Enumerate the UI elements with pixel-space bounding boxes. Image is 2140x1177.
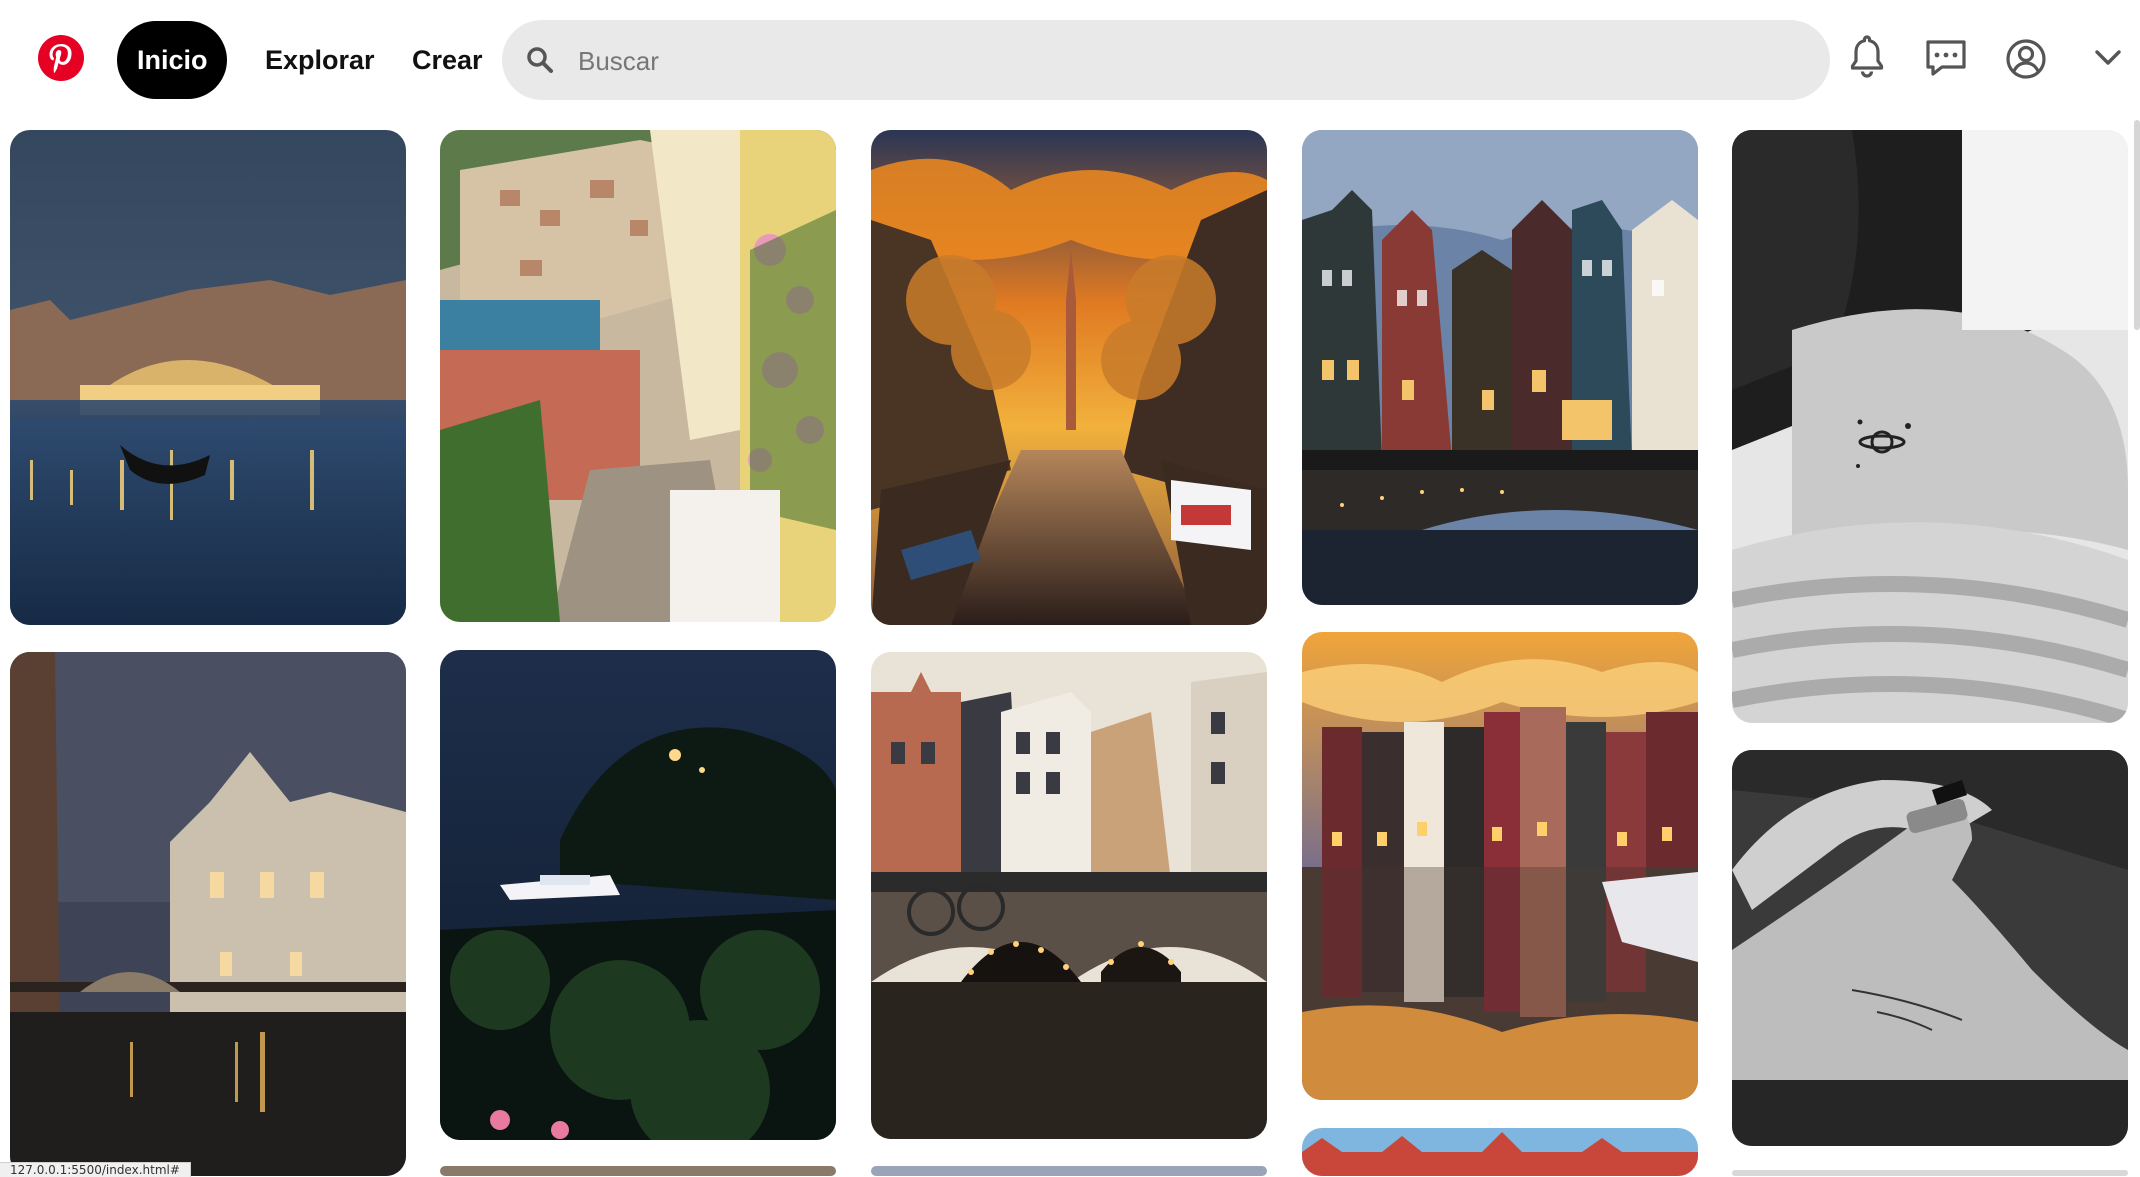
pin-image xyxy=(1732,750,2128,1146)
pin-image xyxy=(871,130,1267,625)
pin-image xyxy=(1302,130,1698,605)
pin-card[interactable] xyxy=(440,1166,836,1176)
search-bar[interactable] xyxy=(502,20,1830,102)
chevron-down-icon[interactable] xyxy=(2094,48,2122,73)
pin-image xyxy=(871,652,1267,1139)
pin-image xyxy=(440,1166,836,1176)
pinterest-logo-icon[interactable] xyxy=(38,35,84,81)
pin-card[interactable] xyxy=(440,130,836,622)
pin-card[interactable] xyxy=(440,650,836,1140)
pin-card[interactable] xyxy=(1302,130,1698,605)
search-icon xyxy=(526,46,554,79)
status-url: 127.0.0.1:5500/index.html# xyxy=(0,1162,191,1177)
pin-image xyxy=(440,650,836,1140)
bell-icon[interactable] xyxy=(1849,34,1885,83)
pin-image xyxy=(1732,1170,2128,1176)
pin-card[interactable] xyxy=(871,130,1267,625)
pin-image xyxy=(10,130,406,625)
search-input[interactable] xyxy=(576,20,1780,102)
pin-card[interactable] xyxy=(1732,130,2128,723)
pin-card[interactable] xyxy=(1302,632,1698,1100)
top-header: Inicio Explorar Crear xyxy=(0,0,2140,120)
message-icon[interactable] xyxy=(1924,38,1968,83)
pin-image xyxy=(871,1166,1267,1176)
pin-card[interactable] xyxy=(1732,1170,2128,1176)
scrollbar[interactable] xyxy=(2134,120,2140,330)
pin-card[interactable] xyxy=(1732,750,2128,1146)
profile-icon[interactable] xyxy=(2005,38,2047,85)
pin-image xyxy=(1302,1128,1698,1176)
pin-image xyxy=(1732,130,2128,723)
pin-card[interactable] xyxy=(871,652,1267,1139)
nav-explore-tab[interactable]: Explorar xyxy=(245,21,395,99)
pin-card[interactable] xyxy=(871,1166,1267,1176)
pin-image xyxy=(10,652,406,1176)
pin-card[interactable] xyxy=(10,130,406,625)
pin-card[interactable] xyxy=(1302,1128,1698,1176)
nav-home-tab[interactable]: Inicio xyxy=(117,21,227,99)
pin-image xyxy=(440,130,836,622)
pin-image xyxy=(1302,632,1698,1100)
nav-create-tab[interactable]: Crear xyxy=(392,21,503,99)
pin-card[interactable] xyxy=(10,652,406,1176)
